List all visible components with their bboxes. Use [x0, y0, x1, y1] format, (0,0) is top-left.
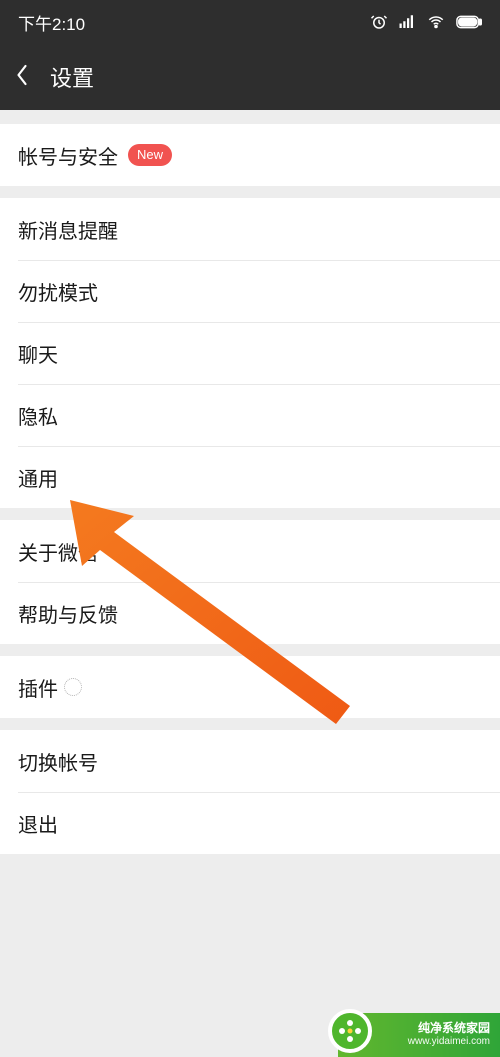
row-privacy[interactable]: 隐私 — [0, 384, 500, 446]
row-label: 切换帐号 — [18, 747, 98, 776]
row-logout[interactable]: 退出 — [0, 792, 500, 854]
status-icons — [370, 13, 482, 31]
row-label: 聊天 — [18, 339, 58, 368]
settings-group-messaging: 新消息提醒 勿扰模式 聊天 隐私 通用 — [0, 198, 500, 508]
watermark: 纯净系统家园 www.yidaimei.com — [338, 1013, 500, 1057]
row-label: 插件 — [18, 673, 58, 702]
row-label: 勿扰模式 — [18, 277, 98, 306]
back-button[interactable] — [14, 63, 44, 92]
status-time: 下午2:10 — [18, 10, 85, 35]
settings-group-account: 帐号与安全 New — [0, 124, 500, 186]
row-label: 帐号与安全 — [18, 141, 118, 170]
chevron-left-icon — [14, 63, 29, 92]
watermark-logo-icon — [328, 1009, 372, 1053]
row-do-not-disturb[interactable]: 勿扰模式 — [0, 260, 500, 322]
row-plugins[interactable]: 插件 — [0, 656, 500, 718]
status-bar: 下午2:10 — [0, 0, 500, 44]
row-label: 帮助与反馈 — [18, 599, 118, 628]
row-help-feedback[interactable]: 帮助与反馈 — [0, 582, 500, 644]
row-label: 关于微信 — [18, 537, 98, 566]
row-label: 退出 — [18, 809, 58, 838]
row-label: 隐私 — [18, 401, 58, 430]
row-about-wechat[interactable]: 关于微信 — [0, 520, 500, 582]
alarm-icon — [370, 13, 388, 31]
row-label: 通用 — [18, 463, 58, 492]
row-chat[interactable]: 聊天 — [0, 322, 500, 384]
row-label: 新消息提醒 — [18, 215, 118, 244]
row-switch-account[interactable]: 切换帐号 — [0, 730, 500, 792]
settings-group-plugins: 插件 — [0, 656, 500, 718]
settings-group-about: 关于微信 帮助与反馈 — [0, 520, 500, 644]
watermark-url: www.yidaimei.com — [408, 1036, 490, 1049]
row-general[interactable]: 通用 — [0, 446, 500, 508]
battery-icon — [456, 15, 482, 29]
row-account-security[interactable]: 帐号与安全 New — [0, 124, 500, 186]
wifi-icon — [426, 13, 446, 31]
new-badge: New — [128, 144, 172, 166]
row-new-message-alerts[interactable]: 新消息提醒 — [0, 198, 500, 260]
plugin-face-icon — [64, 678, 82, 696]
page-title: 设置 — [50, 61, 94, 93]
signal-icon — [398, 13, 416, 31]
header: 设置 — [0, 44, 500, 110]
settings-group-account-actions: 切换帐号 退出 — [0, 730, 500, 854]
watermark-title: 纯净系统家园 — [408, 1021, 490, 1036]
